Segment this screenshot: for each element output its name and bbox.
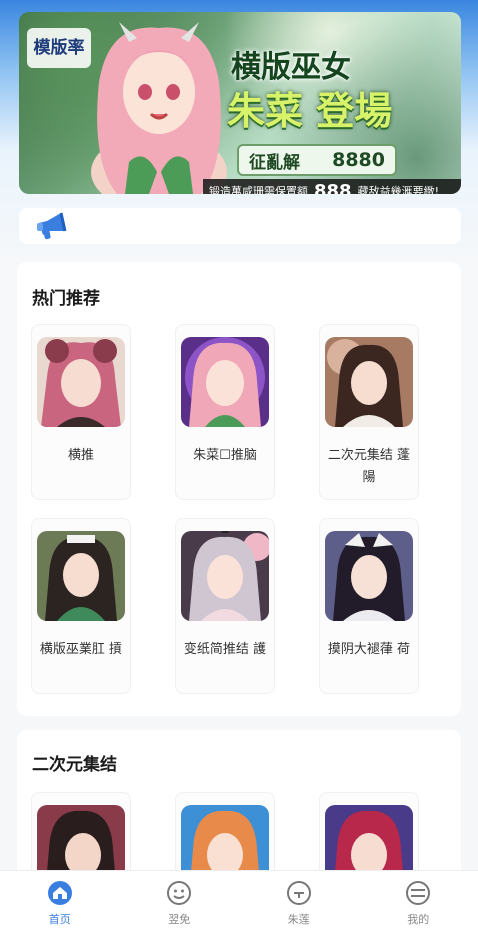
- user-icon: [406, 881, 431, 905]
- bottom-tab-bar: 首页 翌免 朱莲 我的: [0, 870, 478, 928]
- notice-bar[interactable]: [19, 208, 461, 244]
- game-thumbnail: [37, 337, 125, 427]
- section-title: 热门推荐: [32, 289, 100, 309]
- game-tile[interactable]: 朱菜☐推脑: [175, 324, 275, 500]
- game-tile[interactable]: 横推: [31, 324, 131, 500]
- section-title: 二次元集结: [32, 755, 117, 775]
- banner-code-box: 征亂解 8880: [237, 144, 397, 176]
- banner-code-value: 8880: [332, 149, 385, 171]
- tab-home[interactable]: 首页: [0, 871, 120, 928]
- game-tile[interactable]: 变纸简推结 護: [175, 518, 275, 694]
- game-label: 朱菜☐推脑: [193, 448, 257, 463]
- banner-character-art: [91, 22, 227, 194]
- game-label: 横推: [67, 448, 94, 463]
- game-thumbnail: [181, 531, 269, 621]
- banner-code-label: 征亂解: [249, 152, 300, 173]
- banner-strip-left: 锻造萬咸珊需保置额: [209, 185, 308, 194]
- game-thumbnail: [181, 337, 269, 427]
- game-thumbnail: [37, 531, 125, 621]
- banner-strip-number: 888: [314, 180, 352, 195]
- game-label: 摸阴大褪葎 荷: [327, 642, 411, 657]
- tab-label: 翌免: [168, 913, 191, 926]
- tab-face[interactable]: 翌免: [120, 871, 240, 928]
- banner-info-strip: 锻造萬咸珊需保置额 888 藏敌益幾滙要緻!: [203, 179, 461, 194]
- tab-label: 我的: [407, 913, 430, 926]
- game-label: 变纸简推结 護: [183, 642, 267, 657]
- game-thumbnail: [325, 531, 413, 621]
- banner-strip-right: 藏敌益幾滙要緻!: [357, 185, 439, 194]
- promo-banner[interactable]: 模版率 横版巫女 朱菜 登場 征亂解 8880 锻造萬咸珊需保置额 888 藏敌…: [19, 12, 461, 194]
- megaphone-icon: [37, 212, 67, 240]
- game-label: 横版巫業肛 摃: [39, 642, 123, 657]
- game-grid: 横推 朱菜☐推脑 二次元集结 蓬陽 横版巫業肛 摃 变纸简推结 護 摸阴大褪葎 …: [31, 324, 447, 694]
- game-tile[interactable]: 二次元集结 蓬陽: [319, 324, 419, 500]
- game-tile[interactable]: 横版巫業肛 摃: [31, 518, 131, 694]
- home-icon: [47, 881, 72, 905]
- game-tile[interactable]: 摸阴大褪葎 荷: [319, 518, 419, 694]
- game-label: 二次元集结 蓬陽: [327, 448, 411, 485]
- tab-chat[interactable]: 朱莲: [239, 871, 359, 928]
- tab-label: 首页: [48, 913, 71, 926]
- tab-label: 朱莲: [287, 913, 310, 926]
- chat-icon: [286, 881, 311, 905]
- banner-subtitle: 朱菜 登場: [227, 89, 393, 133]
- tab-profile[interactable]: 我的: [359, 871, 478, 928]
- face-icon: [167, 881, 192, 905]
- hot-recommend-section: 热门推荐 横推 朱菜☐推脑 二次元集结 蓬陽 横版巫業肛 摃 变纸简推结 護 摸…: [17, 262, 461, 716]
- game-thumbnail: [325, 337, 413, 427]
- banner-logo: 模版率: [27, 28, 91, 68]
